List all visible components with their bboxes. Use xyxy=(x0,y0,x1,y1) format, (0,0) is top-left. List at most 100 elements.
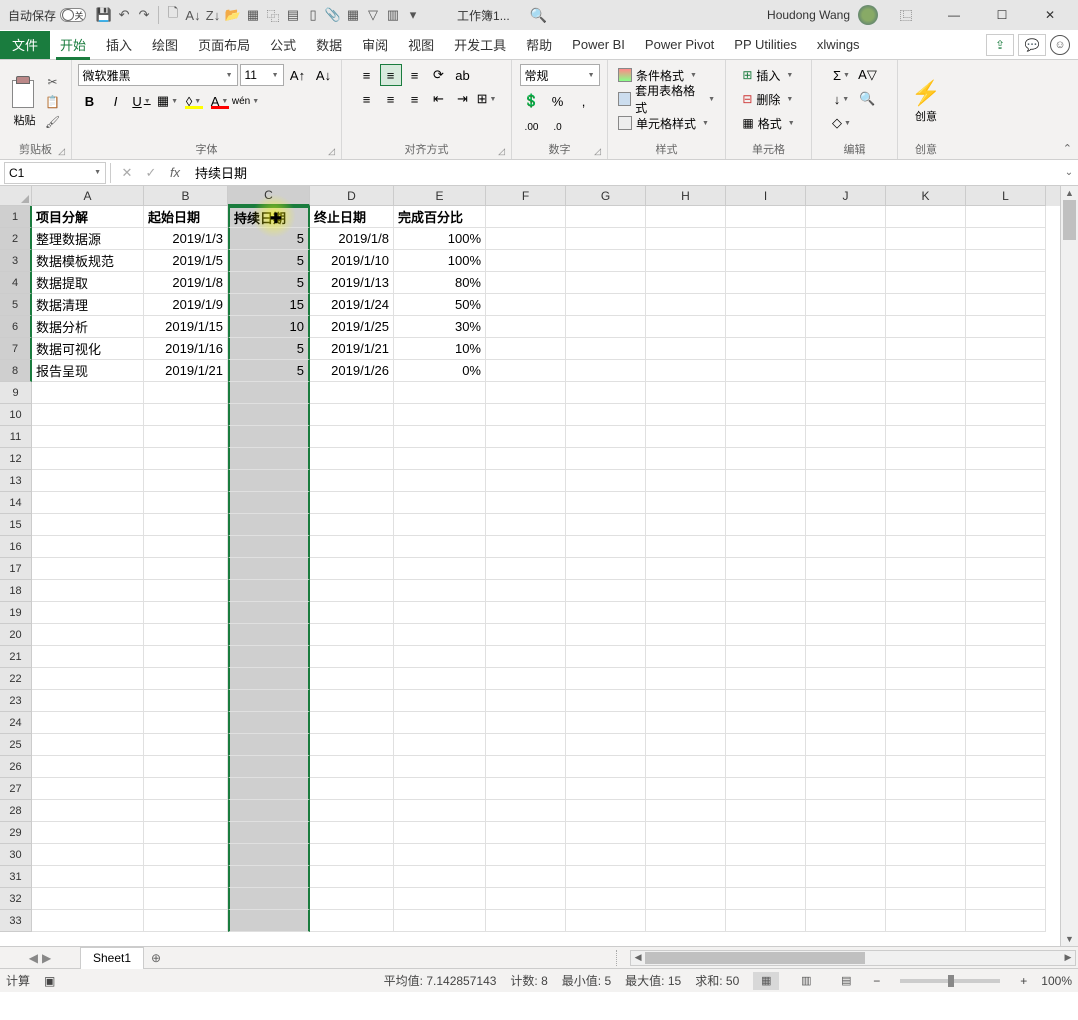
scroll-thumb[interactable] xyxy=(1063,200,1076,240)
find-select-icon[interactable]: 🔍 xyxy=(856,88,880,110)
cell-K16[interactable] xyxy=(886,536,966,558)
cell-B3[interactable]: 2019/1/5 xyxy=(144,250,228,272)
redo-icon[interactable]: ↷ xyxy=(136,7,152,23)
vertical-scrollbar[interactable]: ▲ ▼ xyxy=(1060,186,1078,946)
cell-K23[interactable] xyxy=(886,690,966,712)
cell-A13[interactable] xyxy=(32,470,144,492)
cell-A11[interactable] xyxy=(32,426,144,448)
cell-E12[interactable] xyxy=(394,448,486,470)
cell-K31[interactable] xyxy=(886,866,966,888)
row-header-8[interactable]: 8 xyxy=(0,360,32,382)
cell-K4[interactable] xyxy=(886,272,966,294)
cell-D11[interactable] xyxy=(310,426,394,448)
cell-D28[interactable] xyxy=(310,800,394,822)
cell-H17[interactable] xyxy=(646,558,726,580)
cell-D13[interactable] xyxy=(310,470,394,492)
cell-B19[interactable] xyxy=(144,602,228,624)
col-header-D[interactable]: D xyxy=(310,186,394,206)
cell-J15[interactable] xyxy=(806,514,886,536)
cell-F25[interactable] xyxy=(486,734,566,756)
cell-B7[interactable]: 2019/1/16 xyxy=(144,338,228,360)
cell-D25[interactable] xyxy=(310,734,394,756)
cell-C31[interactable] xyxy=(228,866,310,888)
increase-font-icon[interactable]: A↑ xyxy=(286,64,310,86)
cell-J2[interactable] xyxy=(806,228,886,250)
cell-L16[interactable] xyxy=(966,536,1046,558)
cell-K24[interactable] xyxy=(886,712,966,734)
row-header-30[interactable]: 30 xyxy=(0,844,32,866)
cell-C4[interactable]: 5 xyxy=(228,272,310,294)
row-header-11[interactable]: 11 xyxy=(0,426,32,448)
row-header-17[interactable]: 17 xyxy=(0,558,32,580)
cell-D4[interactable]: 2019/1/13 xyxy=(310,272,394,294)
cell-G28[interactable] xyxy=(566,800,646,822)
macro-record-icon[interactable]: ▣ xyxy=(44,974,55,988)
cell-K14[interactable] xyxy=(886,492,966,514)
cell-D32[interactable] xyxy=(310,888,394,910)
sort-desc-icon[interactable]: Z↓ xyxy=(205,7,221,23)
cell-K11[interactable] xyxy=(886,426,966,448)
row-header-13[interactable]: 13 xyxy=(0,470,32,492)
cell-C21[interactable] xyxy=(228,646,310,668)
cell-B17[interactable] xyxy=(144,558,228,580)
cell-F29[interactable] xyxy=(486,822,566,844)
cell-J27[interactable] xyxy=(806,778,886,800)
avatar[interactable] xyxy=(858,5,878,25)
cell-D30[interactable] xyxy=(310,844,394,866)
cell-E1[interactable]: 完成百分比 xyxy=(394,206,486,228)
cell-H2[interactable] xyxy=(646,228,726,250)
group-icon[interactable]: ⿻ xyxy=(265,7,281,23)
percent-icon[interactable]: % xyxy=(546,90,570,112)
cell-G32[interactable] xyxy=(566,888,646,910)
cell-L23[interactable] xyxy=(966,690,1046,712)
cell-K22[interactable] xyxy=(886,668,966,690)
cell-E16[interactable] xyxy=(394,536,486,558)
merge-center-icon[interactable]: ⊞▼ xyxy=(476,88,498,110)
cell-L25[interactable] xyxy=(966,734,1046,756)
cell-J18[interactable] xyxy=(806,580,886,602)
cell-B15[interactable] xyxy=(144,514,228,536)
cell-H13[interactable] xyxy=(646,470,726,492)
toggle-off-icon[interactable]: 关 xyxy=(60,8,86,22)
insert-function-icon[interactable]: fx xyxy=(165,163,185,183)
add-sheet-button[interactable]: ⊕ xyxy=(144,951,168,965)
cell-L18[interactable] xyxy=(966,580,1046,602)
cell-I25[interactable] xyxy=(726,734,806,756)
cell-E29[interactable] xyxy=(394,822,486,844)
cell-F23[interactable] xyxy=(486,690,566,712)
tab-developer[interactable]: 开发工具 xyxy=(444,31,516,59)
cell-L4[interactable] xyxy=(966,272,1046,294)
tab-powerpivot[interactable]: Power Pivot xyxy=(635,31,724,59)
cell-B24[interactable] xyxy=(144,712,228,734)
horizontal-scrollbar[interactable]: ◀ ▶ xyxy=(630,950,1076,966)
cell-C19[interactable] xyxy=(228,602,310,624)
cell-A15[interactable] xyxy=(32,514,144,536)
cell-A18[interactable] xyxy=(32,580,144,602)
cell-B13[interactable] xyxy=(144,470,228,492)
cell-B26[interactable] xyxy=(144,756,228,778)
cell-G17[interactable] xyxy=(566,558,646,580)
cell-K13[interactable] xyxy=(886,470,966,492)
cell-J14[interactable] xyxy=(806,492,886,514)
cell-J33[interactable] xyxy=(806,910,886,932)
col-header-L[interactable]: L xyxy=(966,186,1046,206)
col-header-H[interactable]: H xyxy=(646,186,726,206)
cell-H1[interactable] xyxy=(646,206,726,228)
cell-J11[interactable] xyxy=(806,426,886,448)
cell-G30[interactable] xyxy=(566,844,646,866)
cell-I12[interactable] xyxy=(726,448,806,470)
cell-G20[interactable] xyxy=(566,624,646,646)
cell-F22[interactable] xyxy=(486,668,566,690)
cell-F4[interactable] xyxy=(486,272,566,294)
tab-draw[interactable]: 绘图 xyxy=(142,31,188,59)
align-left-icon[interactable]: ≡ xyxy=(356,88,378,110)
cell-G4[interactable] xyxy=(566,272,646,294)
cell-J12[interactable] xyxy=(806,448,886,470)
cell-I9[interactable] xyxy=(726,382,806,404)
cell-K10[interactable] xyxy=(886,404,966,426)
cell-G29[interactable] xyxy=(566,822,646,844)
cell-J20[interactable] xyxy=(806,624,886,646)
cell-G2[interactable] xyxy=(566,228,646,250)
cell-J6[interactable] xyxy=(806,316,886,338)
feedback-icon[interactable]: ☺ xyxy=(1050,35,1070,55)
